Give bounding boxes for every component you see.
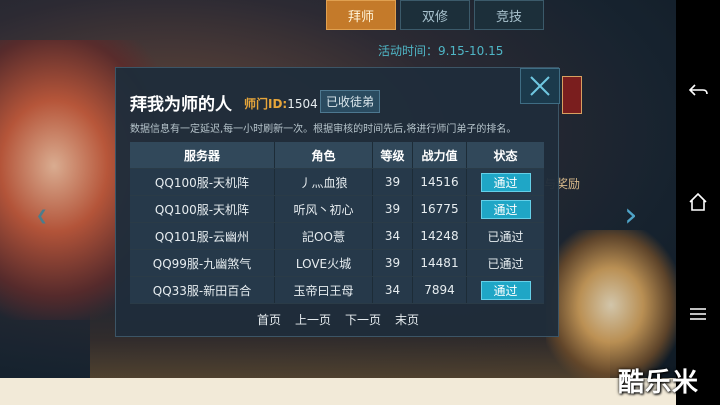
data-delay-notice: 数据信息有一定延迟,每一小时刷新一次。根据审核的时间先后,将进行师门弟子的排名。 — [130, 124, 517, 135]
back-arrow-icon — [688, 84, 708, 96]
power-cell: 7894 — [413, 277, 467, 303]
first-page-link[interactable]: 首页 — [257, 311, 281, 328]
approve-button[interactable]: 通过 — [480, 172, 531, 192]
close-button[interactable] — [520, 68, 560, 104]
prev-page-link[interactable]: 上一页 — [295, 311, 331, 328]
status-cell: 已通过 — [467, 223, 544, 249]
android-nav-bar — [676, 0, 720, 405]
back-button[interactable] — [682, 74, 714, 106]
column-header-power: 战力值 — [413, 142, 467, 168]
table-row: QQ101服-云幽州 記OO薏 34 14248 已通过 — [130, 223, 544, 250]
dialog-title: 拜我为师的人 — [130, 95, 232, 115]
character-art-right — [546, 230, 676, 378]
status-cell: 通过 — [467, 277, 544, 303]
approve-button[interactable]: 通过 — [480, 280, 531, 300]
status-cell: 通过 — [467, 169, 544, 195]
role-cell: 玉帝曰王母 — [275, 277, 373, 303]
bottom-strip — [0, 378, 676, 405]
level-cell: 39 — [373, 250, 413, 276]
status-text: 已通过 — [487, 256, 524, 271]
server-cell: QQ100服-天机阵 — [130, 169, 275, 195]
role-cell: LOVE火城 — [275, 250, 373, 276]
tab-arena[interactable]: 竞技 — [474, 0, 544, 30]
column-header-level: 等级 — [373, 142, 413, 168]
level-cell: 34 — [373, 223, 413, 249]
master-id-label: 师门ID: — [244, 97, 288, 111]
close-icon — [530, 76, 550, 96]
page-left-arrow-icon[interactable]: ❮ — [36, 208, 48, 224]
apprentice-list-dialog: 拜我为师的人 师门ID:1504 已收徒弟 数据信息有一定延迟,每一小时刷新一次… — [115, 67, 560, 337]
table-body: QQ100服-天机阵 丿灬血狼 39 14516 通过 QQ100服-天机阵 听风丶初心 39… — [130, 169, 544, 304]
last-page-link[interactable]: 末页 — [395, 311, 419, 328]
power-cell: 14516 — [413, 169, 467, 195]
role-cell: 丿灬血狼 — [275, 169, 373, 195]
server-cell: QQ101服-云幽州 — [130, 223, 275, 249]
power-cell: 14481 — [413, 250, 467, 276]
menu-icon — [690, 308, 706, 320]
master-id-value: 1504 — [287, 97, 318, 111]
status-text: 已通过 — [487, 229, 524, 244]
game-background: 拜师 双修 竞技 活动时间：9.15-10.15 与奖励 ❮ › 拜我为师的人 … — [0, 0, 676, 378]
table-header-row: 服务器 角色 等级 战力值 状态 — [130, 142, 544, 169]
pagination: 首页 上一页 下一页 末页 — [116, 311, 560, 328]
apprentice-table: 服务器 角色 等级 战力值 状态 QQ100服-天机阵 丿灬血狼 39 14516 通过… — [130, 142, 544, 304]
home-button[interactable] — [682, 186, 714, 218]
tab-dual-cultivation[interactable]: 双修 — [400, 0, 470, 30]
next-page-link[interactable]: 下一页 — [345, 311, 381, 328]
level-cell: 39 — [373, 196, 413, 222]
server-cell: QQ100服-天机阵 — [130, 196, 275, 222]
table-row: QQ100服-天机阵 听风丶初心 39 16775 通过 — [130, 196, 544, 223]
role-cell: 听风丶初心 — [275, 196, 373, 222]
page-right-arrow-icon[interactable]: › — [624, 198, 638, 232]
master-id: 师门ID:1504 — [244, 95, 318, 112]
power-cell: 16775 — [413, 196, 467, 222]
column-header-status: 状态 — [493, 148, 518, 163]
accepted-apprentices-button[interactable]: 已收徒弟 — [320, 90, 380, 113]
table-row: QQ100服-天机阵 丿灬血狼 39 14516 通过 — [130, 169, 544, 196]
table-row: QQ33服-新田百合 玉帝曰王母 34 7894 通过 — [130, 277, 544, 304]
status-cell: 已通过 — [467, 250, 544, 276]
activity-time: 活动时间：9.15-10.15 — [378, 44, 504, 58]
side-banner-badge — [562, 76, 582, 114]
column-header-role: 角色 — [275, 142, 373, 168]
status-cell: 通过 — [467, 196, 544, 222]
table-row: QQ99服-九幽煞气 LOVE火城 39 14481 已通过 — [130, 250, 544, 277]
top-tab-bar: 拜师 双修 竞技 — [326, 0, 544, 30]
level-cell: 34 — [373, 277, 413, 303]
role-cell: 記OO薏 — [275, 223, 373, 249]
menu-button[interactable] — [682, 298, 714, 330]
home-icon — [689, 192, 707, 211]
level-cell: 39 — [373, 169, 413, 195]
watermark-logo: 酷乐米 — [618, 368, 700, 398]
server-cell: QQ99服-九幽煞气 — [130, 250, 275, 276]
column-header-server: 服务器 — [130, 142, 275, 168]
server-cell: QQ33服-新田百合 — [130, 277, 275, 303]
tab-apprentice[interactable]: 拜师 — [326, 0, 396, 30]
power-cell: 14248 — [413, 223, 467, 249]
approve-button[interactable]: 通过 — [480, 199, 531, 219]
